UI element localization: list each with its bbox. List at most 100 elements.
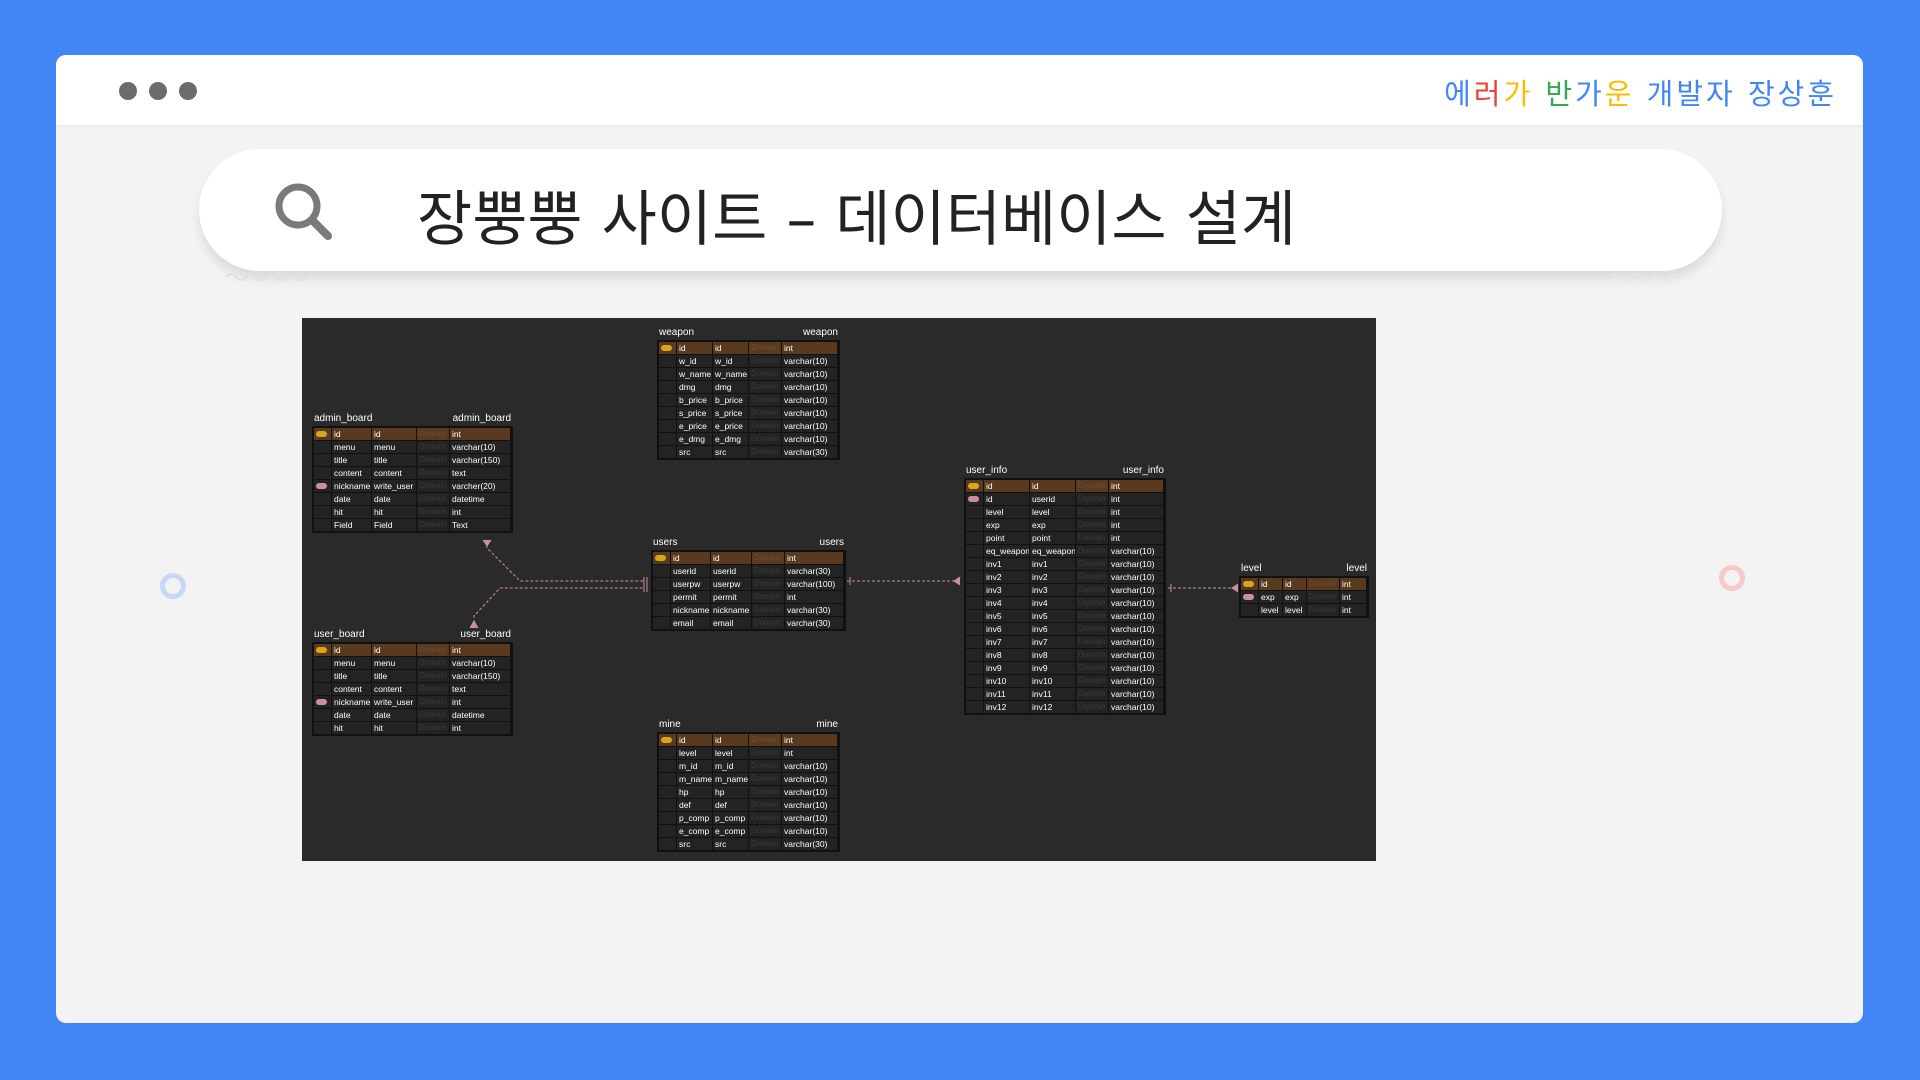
type-cell: int	[782, 734, 837, 746]
domain-cell: Domain	[1307, 578, 1339, 590]
table-row[interactable]: id id Domain int	[659, 342, 838, 354]
key-cell	[966, 623, 983, 635]
foreign-key-icon	[316, 483, 327, 489]
table-row[interactable]: point point Domain int	[966, 532, 1164, 544]
key-cell	[659, 747, 676, 759]
key-cell	[966, 506, 983, 518]
domain-cell: Domain	[749, 760, 781, 772]
table-row[interactable]: p_comp p_comp Domain varchar(10)	[659, 812, 838, 824]
table-row[interactable]: nickname write_user Domain int	[314, 696, 511, 708]
table-row[interactable]: src src Domain varchar(30)	[659, 838, 838, 850]
table-row[interactable]: e_comp e_comp Domain varchar(10)	[659, 825, 838, 837]
table-row[interactable]: title title Domain varchar(150)	[314, 670, 511, 682]
table-row[interactable]: inv7 inv7 Domain varchar(10)	[966, 636, 1164, 648]
domain-cell: Domain	[1076, 597, 1108, 609]
table-row[interactable]: content content Domain text	[314, 467, 511, 479]
table-row[interactable]: nickname write_user Domain varcher(20)	[314, 480, 511, 492]
domain-cell: Domain	[749, 825, 781, 837]
table-row[interactable]: inv4 inv4 Domain varchar(10)	[966, 597, 1164, 609]
table-row[interactable]: inv2 inv2 Domain varchar(10)	[966, 571, 1164, 583]
table-row[interactable]: nickname nickname Domain varchar(30)	[653, 604, 844, 616]
table-body: id id Domain int exp exp Domain int level level Do…	[1239, 576, 1369, 618]
table-row[interactable]: inv10 inv10 Domain varchar(10)	[966, 675, 1164, 687]
table-row[interactable]: exp exp Domain int	[966, 519, 1164, 531]
table-row[interactable]: inv11 inv11 Domain varchar(10)	[966, 688, 1164, 700]
table-row[interactable]: Field Field Domain Text	[314, 519, 511, 531]
table-row[interactable]: w_name w_name Domain varchar(10)	[659, 368, 838, 380]
key-cell	[966, 519, 983, 531]
erd-table-users[interactable]: users users id id Domain int userid userid Domai…	[651, 535, 846, 631]
table-row[interactable]: title title Domain varchar(150)	[314, 454, 511, 466]
logical-name-cell: w_name	[677, 368, 712, 380]
table-row[interactable]: userid userid Domain varchar(30)	[653, 565, 844, 577]
table-row[interactable]: level level Domain int	[1241, 604, 1367, 616]
table-row[interactable]: w_id w_id Domain varchar(10)	[659, 355, 838, 367]
window-dot-2[interactable]	[149, 82, 167, 100]
domain-cell: Domain	[1076, 662, 1108, 674]
foreign-key-icon	[968, 496, 979, 502]
table-row[interactable]: id id Domain int	[314, 428, 511, 440]
table-row[interactable]: m_name m_name Domain varchar(10)	[659, 773, 838, 785]
logical-name-cell: src	[677, 838, 712, 850]
table-row[interactable]: level level Domain int	[659, 747, 838, 759]
type-cell: varchar(150)	[450, 454, 510, 466]
table-row[interactable]: id id Domain int	[1241, 578, 1367, 590]
table-row[interactable]: dmg dmg Domain varchar(10)	[659, 381, 838, 393]
table-row[interactable]: inv12 inv12 Domain varchar(10)	[966, 701, 1164, 713]
table-row[interactable]: date date Domain datetime	[314, 493, 511, 505]
table-row[interactable]: def def Domain varchar(10)	[659, 799, 838, 811]
table-row[interactable]: inv9 inv9 Domain varchar(10)	[966, 662, 1164, 674]
erd-table-level[interactable]: level level id id Domain int exp exp Domain int le…	[1239, 561, 1369, 618]
table-row[interactable]: e_dmg e_dmg Domain varchar(10)	[659, 433, 838, 445]
erd-table-mine[interactable]: mine mine id id Domain int level level Domain int…	[657, 717, 840, 852]
table-row[interactable]: id id Domain int	[314, 644, 511, 656]
table-row[interactable]: content content Domain text	[314, 683, 511, 695]
table-row[interactable]: menu menu Domain varchar(10)	[314, 657, 511, 669]
search-bar[interactable]: 장뿡뿡 사이트 – 데이터베이스 설계	[199, 149, 1722, 271]
key-cell	[966, 649, 983, 661]
key-cell	[659, 799, 676, 811]
table-row[interactable]: userpw userpw Domain varchar(100)	[653, 578, 844, 590]
table-row[interactable]: menu menu Domain varchar(10)	[314, 441, 511, 453]
table-row[interactable]: m_id m_id Domain varchar(10)	[659, 760, 838, 772]
erd-table-user_info[interactable]: user_info user_info id id Domain int id userid D…	[964, 463, 1166, 715]
table-row[interactable]: id userid Domain int	[966, 493, 1164, 505]
logical-name-cell: e_price	[677, 420, 712, 432]
table-row[interactable]: email email Domain varchar(30)	[653, 617, 844, 629]
crowfoot-user-info	[953, 576, 961, 586]
erd-table-admin_board[interactable]: admin_board admin_board id id Domain int menu m…	[312, 411, 513, 533]
erd-table-weapon[interactable]: weapon weapon id id Domain int w_id w_id Domain v…	[657, 325, 840, 460]
table-row[interactable]: eq_weapon eq_weapon Domain varchar(10)	[966, 545, 1164, 557]
table-row[interactable]: inv1 inv1 Domain varchar(10)	[966, 558, 1164, 570]
table-row[interactable]: inv5 inv5 Domain varchar(10)	[966, 610, 1164, 622]
table-row[interactable]: inv8 inv8 Domain varchar(10)	[966, 649, 1164, 661]
physical-name-cell: menu	[372, 657, 416, 669]
table-row[interactable]: inv3 inv3 Domain varchar(10)	[966, 584, 1164, 596]
table-row[interactable]: src src Domain varchar(30)	[659, 446, 838, 458]
key-cell	[1241, 604, 1258, 616]
type-cell: varchar(10)	[1109, 571, 1163, 583]
table-row[interactable]: permit permit Domain int	[653, 591, 844, 603]
search-icon[interactable]	[271, 179, 335, 243]
table-row[interactable]: level level Domain int	[966, 506, 1164, 518]
table-row[interactable]: id id Domain int	[659, 734, 838, 746]
table-row[interactable]: e_price e_price Domain varchar(10)	[659, 420, 838, 432]
table-row[interactable]: id id Domain int	[653, 552, 844, 564]
relation-admin-board-users	[486, 540, 644, 582]
erd-table-user_board[interactable]: user_board user_board id id Domain int menu men…	[312, 627, 513, 736]
table-row[interactable]: b_price b_price Domain varchar(10)	[659, 394, 838, 406]
table-row[interactable]: id id Domain int	[966, 480, 1164, 492]
table-row[interactable]: inv6 inv6 Domain varchar(10)	[966, 623, 1164, 635]
table-row[interactable]: s_price s_price Domain varchar(10)	[659, 407, 838, 419]
table-row[interactable]: exp exp Domain int	[1241, 591, 1367, 603]
table-row[interactable]: hp hp Domain varchar(10)	[659, 786, 838, 798]
table-row[interactable]: date date Domain datetime	[314, 709, 511, 721]
table-header: level level	[1239, 561, 1369, 576]
physical-name-cell: id	[1030, 480, 1075, 492]
window-dot-1[interactable]	[119, 82, 137, 100]
table-row[interactable]: hit hit Domain int	[314, 506, 511, 518]
window-dot-3[interactable]	[179, 82, 197, 100]
key-cell	[659, 838, 676, 850]
table-row[interactable]: hit hit Domain int	[314, 722, 511, 734]
key-cell	[314, 709, 331, 721]
